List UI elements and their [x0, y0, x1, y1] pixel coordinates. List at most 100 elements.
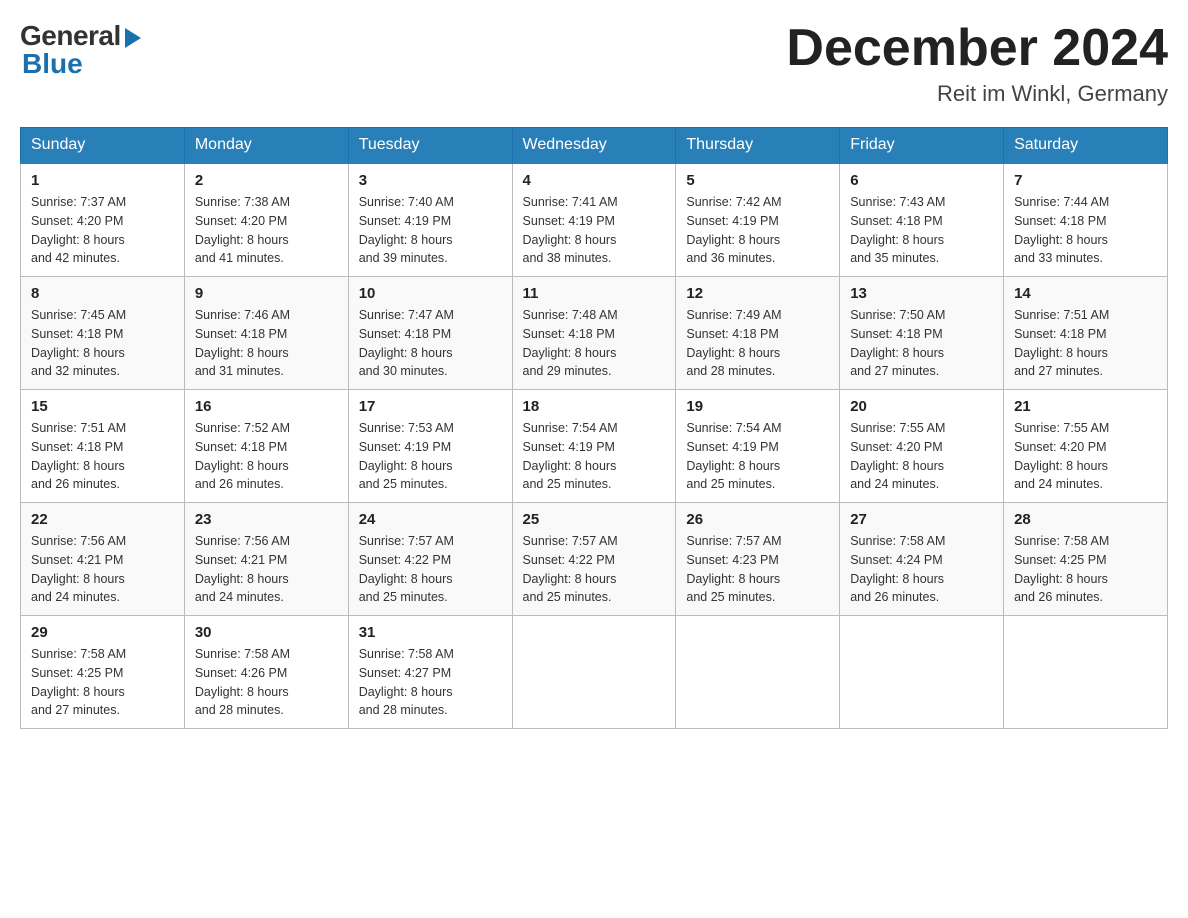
- day-info: Sunrise: 7:58 AMSunset: 4:24 PMDaylight:…: [850, 532, 993, 607]
- table-row: 16 Sunrise: 7:52 AMSunset: 4:18 PMDaylig…: [184, 390, 348, 503]
- table-row: [1004, 616, 1168, 729]
- header-thursday: Thursday: [676, 128, 840, 164]
- calendar-week-row: 29 Sunrise: 7:58 AMSunset: 4:25 PMDaylig…: [21, 616, 1168, 729]
- day-number: 20: [850, 398, 993, 415]
- day-info: Sunrise: 7:56 AMSunset: 4:21 PMDaylight:…: [31, 532, 174, 607]
- table-row: 5 Sunrise: 7:42 AMSunset: 4:19 PMDayligh…: [676, 163, 840, 277]
- day-info: Sunrise: 7:57 AMSunset: 4:22 PMDaylight:…: [523, 532, 666, 607]
- table-row: 29 Sunrise: 7:58 AMSunset: 4:25 PMDaylig…: [21, 616, 185, 729]
- day-number: 3: [359, 172, 502, 189]
- table-row: 26 Sunrise: 7:57 AMSunset: 4:23 PMDaylig…: [676, 503, 840, 616]
- table-row: 20 Sunrise: 7:55 AMSunset: 4:20 PMDaylig…: [840, 390, 1004, 503]
- day-number: 24: [359, 511, 502, 528]
- day-info: Sunrise: 7:55 AMSunset: 4:20 PMDaylight:…: [850, 419, 993, 494]
- title-area: December 2024 Reit im Winkl, Germany: [786, 20, 1168, 107]
- table-row: 23 Sunrise: 7:56 AMSunset: 4:21 PMDaylig…: [184, 503, 348, 616]
- table-row: 7 Sunrise: 7:44 AMSunset: 4:18 PMDayligh…: [1004, 163, 1168, 277]
- day-info: Sunrise: 7:42 AMSunset: 4:19 PMDaylight:…: [686, 193, 829, 268]
- table-row: 25 Sunrise: 7:57 AMSunset: 4:22 PMDaylig…: [512, 503, 676, 616]
- day-number: 5: [686, 172, 829, 189]
- day-info: Sunrise: 7:45 AMSunset: 4:18 PMDaylight:…: [31, 306, 174, 381]
- day-info: Sunrise: 7:54 AMSunset: 4:19 PMDaylight:…: [686, 419, 829, 494]
- day-number: 29: [31, 624, 174, 641]
- day-number: 23: [195, 511, 338, 528]
- day-info: Sunrise: 7:50 AMSunset: 4:18 PMDaylight:…: [850, 306, 993, 381]
- day-info: Sunrise: 7:58 AMSunset: 4:27 PMDaylight:…: [359, 645, 502, 720]
- day-number: 16: [195, 398, 338, 415]
- table-row: 13 Sunrise: 7:50 AMSunset: 4:18 PMDaylig…: [840, 277, 1004, 390]
- table-row: [512, 616, 676, 729]
- table-row: 10 Sunrise: 7:47 AMSunset: 4:18 PMDaylig…: [348, 277, 512, 390]
- location-subtitle: Reit im Winkl, Germany: [786, 81, 1168, 107]
- day-number: 13: [850, 285, 993, 302]
- table-row: 24 Sunrise: 7:57 AMSunset: 4:22 PMDaylig…: [348, 503, 512, 616]
- table-row: 21 Sunrise: 7:55 AMSunset: 4:20 PMDaylig…: [1004, 390, 1168, 503]
- day-info: Sunrise: 7:58 AMSunset: 4:25 PMDaylight:…: [31, 645, 174, 720]
- day-number: 12: [686, 285, 829, 302]
- page-header: General Blue December 2024 Reit im Winkl…: [20, 20, 1168, 107]
- day-number: 8: [31, 285, 174, 302]
- day-info: Sunrise: 7:41 AMSunset: 4:19 PMDaylight:…: [523, 193, 666, 268]
- table-row: 18 Sunrise: 7:54 AMSunset: 4:19 PMDaylig…: [512, 390, 676, 503]
- day-info: Sunrise: 7:51 AMSunset: 4:18 PMDaylight:…: [31, 419, 174, 494]
- day-number: 31: [359, 624, 502, 641]
- day-number: 14: [1014, 285, 1157, 302]
- day-info: Sunrise: 7:53 AMSunset: 4:19 PMDaylight:…: [359, 419, 502, 494]
- day-info: Sunrise: 7:58 AMSunset: 4:26 PMDaylight:…: [195, 645, 338, 720]
- header-saturday: Saturday: [1004, 128, 1168, 164]
- table-row: 14 Sunrise: 7:51 AMSunset: 4:18 PMDaylig…: [1004, 277, 1168, 390]
- day-info: Sunrise: 7:55 AMSunset: 4:20 PMDaylight:…: [1014, 419, 1157, 494]
- calendar-week-row: 15 Sunrise: 7:51 AMSunset: 4:18 PMDaylig…: [21, 390, 1168, 503]
- header-row: Sunday Monday Tuesday Wednesday Thursday…: [21, 128, 1168, 164]
- table-row: 17 Sunrise: 7:53 AMSunset: 4:19 PMDaylig…: [348, 390, 512, 503]
- calendar-week-row: 22 Sunrise: 7:56 AMSunset: 4:21 PMDaylig…: [21, 503, 1168, 616]
- calendar-week-row: 1 Sunrise: 7:37 AMSunset: 4:20 PMDayligh…: [21, 163, 1168, 277]
- header-sunday: Sunday: [21, 128, 185, 164]
- day-info: Sunrise: 7:47 AMSunset: 4:18 PMDaylight:…: [359, 306, 502, 381]
- table-row: 28 Sunrise: 7:58 AMSunset: 4:25 PMDaylig…: [1004, 503, 1168, 616]
- table-row: 4 Sunrise: 7:41 AMSunset: 4:19 PMDayligh…: [512, 163, 676, 277]
- day-number: 11: [523, 285, 666, 302]
- day-info: Sunrise: 7:40 AMSunset: 4:19 PMDaylight:…: [359, 193, 502, 268]
- table-row: 3 Sunrise: 7:40 AMSunset: 4:19 PMDayligh…: [348, 163, 512, 277]
- month-title: December 2024: [786, 20, 1168, 77]
- table-row: [840, 616, 1004, 729]
- table-row: 12 Sunrise: 7:49 AMSunset: 4:18 PMDaylig…: [676, 277, 840, 390]
- day-info: Sunrise: 7:43 AMSunset: 4:18 PMDaylight:…: [850, 193, 993, 268]
- table-row: 11 Sunrise: 7:48 AMSunset: 4:18 PMDaylig…: [512, 277, 676, 390]
- table-row: 2 Sunrise: 7:38 AMSunset: 4:20 PMDayligh…: [184, 163, 348, 277]
- day-number: 4: [523, 172, 666, 189]
- header-friday: Friday: [840, 128, 1004, 164]
- table-row: 8 Sunrise: 7:45 AMSunset: 4:18 PMDayligh…: [21, 277, 185, 390]
- day-number: 19: [686, 398, 829, 415]
- day-info: Sunrise: 7:54 AMSunset: 4:19 PMDaylight:…: [523, 419, 666, 494]
- header-wednesday: Wednesday: [512, 128, 676, 164]
- day-number: 30: [195, 624, 338, 641]
- table-row: 19 Sunrise: 7:54 AMSunset: 4:19 PMDaylig…: [676, 390, 840, 503]
- day-number: 1: [31, 172, 174, 189]
- day-info: Sunrise: 7:57 AMSunset: 4:23 PMDaylight:…: [686, 532, 829, 607]
- table-row: 30 Sunrise: 7:58 AMSunset: 4:26 PMDaylig…: [184, 616, 348, 729]
- table-row: 27 Sunrise: 7:58 AMSunset: 4:24 PMDaylig…: [840, 503, 1004, 616]
- table-row: 6 Sunrise: 7:43 AMSunset: 4:18 PMDayligh…: [840, 163, 1004, 277]
- day-info: Sunrise: 7:52 AMSunset: 4:18 PMDaylight:…: [195, 419, 338, 494]
- day-number: 17: [359, 398, 502, 415]
- table-row: 22 Sunrise: 7:56 AMSunset: 4:21 PMDaylig…: [21, 503, 185, 616]
- day-info: Sunrise: 7:44 AMSunset: 4:18 PMDaylight:…: [1014, 193, 1157, 268]
- table-row: 1 Sunrise: 7:37 AMSunset: 4:20 PMDayligh…: [21, 163, 185, 277]
- table-row: 9 Sunrise: 7:46 AMSunset: 4:18 PMDayligh…: [184, 277, 348, 390]
- day-info: Sunrise: 7:48 AMSunset: 4:18 PMDaylight:…: [523, 306, 666, 381]
- day-number: 6: [850, 172, 993, 189]
- day-number: 2: [195, 172, 338, 189]
- header-tuesday: Tuesday: [348, 128, 512, 164]
- day-number: 27: [850, 511, 993, 528]
- day-info: Sunrise: 7:46 AMSunset: 4:18 PMDaylight:…: [195, 306, 338, 381]
- day-info: Sunrise: 7:49 AMSunset: 4:18 PMDaylight:…: [686, 306, 829, 381]
- day-info: Sunrise: 7:37 AMSunset: 4:20 PMDaylight:…: [31, 193, 174, 268]
- logo-blue-text: Blue: [20, 48, 83, 80]
- table-row: 31 Sunrise: 7:58 AMSunset: 4:27 PMDaylig…: [348, 616, 512, 729]
- day-number: 15: [31, 398, 174, 415]
- day-info: Sunrise: 7:58 AMSunset: 4:25 PMDaylight:…: [1014, 532, 1157, 607]
- calendar-table: Sunday Monday Tuesday Wednesday Thursday…: [20, 127, 1168, 729]
- day-number: 21: [1014, 398, 1157, 415]
